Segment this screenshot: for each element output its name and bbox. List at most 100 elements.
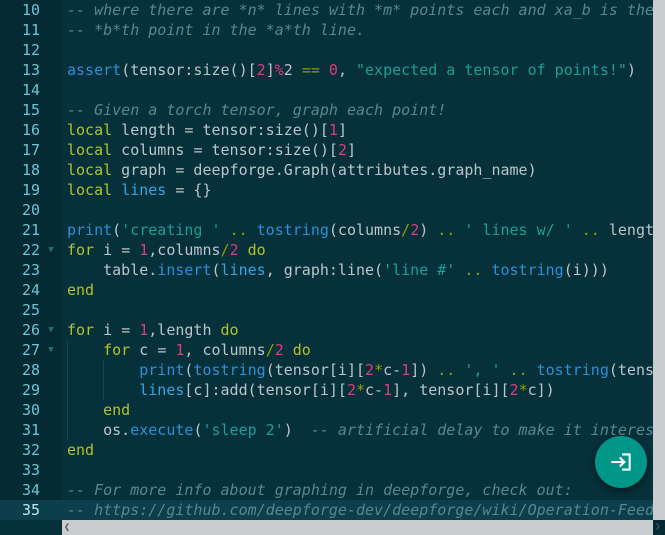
line-number[interactable]: 13 <box>0 60 62 80</box>
line-number[interactable]: 27 ▼ <box>0 340 62 360</box>
code-token: execute <box>130 421 194 439</box>
code-line[interactable] <box>62 200 653 220</box>
line-number[interactable]: 15 <box>0 100 62 120</box>
line-number-label: 27 <box>21 341 40 359</box>
code-line[interactable]: -- Given a torch tensor, graph each poin… <box>62 100 653 120</box>
code-token: print <box>67 221 113 239</box>
code-line[interactable]: local lines = {} <box>62 180 653 200</box>
code-token: .. <box>437 221 456 239</box>
code-line[interactable] <box>62 300 653 320</box>
chevron-down-icon[interactable]: ❯ <box>655 523 660 532</box>
line-number[interactable]: 25 <box>0 300 62 320</box>
indent-guide <box>103 380 104 400</box>
line-number[interactable]: 10 <box>0 0 62 20</box>
code-line[interactable]: local length = tensor:size()[1] <box>62 120 653 140</box>
code-token: 'creating ' <box>121 221 221 239</box>
line-number[interactable]: 11 <box>0 20 62 40</box>
gutter-footer <box>0 520 62 535</box>
line-number[interactable]: 22 ▼ <box>0 240 62 260</box>
code-token: ,columns <box>148 241 221 259</box>
line-number[interactable]: 16 <box>0 120 62 140</box>
code-line[interactable] <box>62 80 653 100</box>
code-token: 'line #' <box>383 261 456 279</box>
horizontal-scrollbar[interactable] <box>62 520 653 535</box>
code-line[interactable]: -- *b*th point in the *a*th line. <box>62 20 653 40</box>
vertical-scrollbar[interactable] <box>653 0 665 520</box>
vertical-scrollbar-thumb[interactable] <box>653 0 665 180</box>
line-number[interactable]: 14 <box>0 80 62 100</box>
code-token: c]) <box>527 381 555 399</box>
line-number[interactable]: 31 <box>0 420 62 440</box>
code-line[interactable]: for c = 1, columns/2 do <box>62 340 653 360</box>
horizontal-scrollbar-thumb[interactable] <box>62 520 362 535</box>
code-token: do <box>247 241 266 259</box>
code-line[interactable]: end <box>62 280 653 300</box>
code-token: 2 <box>274 341 284 359</box>
code-line[interactable]: local columns = tensor:size()[2] <box>62 140 653 160</box>
code-line[interactable]: os.execute('sleep 2') -- artificial dela… <box>62 420 653 440</box>
line-number-label: 18 <box>21 161 40 179</box>
line-number[interactable]: 35 <box>0 500 62 520</box>
line-number[interactable]: 12 <box>0 40 62 60</box>
code-content-area[interactable]: -- where there are *n* lines with *m* po… <box>62 0 653 520</box>
code-token: .. <box>581 221 600 239</box>
line-number[interactable]: 30 <box>0 400 62 420</box>
line-number-gutter: 10 11 12 13 14 15 16 17 18 19 20 21 22 ▼ 23 24 25 26 ▼ 27 ▼ 2… <box>0 0 62 520</box>
line-number-label: 30 <box>21 401 40 419</box>
code-line[interactable]: print('creating ' .. tostring(columns/2)… <box>62 220 653 240</box>
code-token: / <box>265 341 275 359</box>
code-token: .. <box>229 221 248 239</box>
fold-toggle-icon[interactable]: ▼ <box>45 320 57 340</box>
code-token: end <box>103 401 131 419</box>
code-token: i <box>94 321 122 339</box>
code-editor[interactable]: 10 11 12 13 14 15 16 17 18 19 20 21 22 ▼ 23 24 25 26 ▼ 27 ▼ 2… <box>0 0 665 535</box>
line-number[interactable]: 32 <box>0 440 62 460</box>
code-line[interactable] <box>62 40 653 60</box>
fold-toggle-icon[interactable]: ▼ <box>45 240 57 260</box>
line-number[interactable]: 17 <box>0 140 62 160</box>
execute-fab-button[interactable] <box>595 436 647 488</box>
code-line[interactable]: -- For more info about graphing in deepf… <box>62 480 653 500</box>
code-token: tensor:size()[ <box>202 141 338 159</box>
line-number[interactable]: 28 <box>0 360 62 380</box>
code-token: (columns <box>328 221 402 239</box>
line-number[interactable]: 23 <box>0 260 62 280</box>
line-number-label: 13 <box>21 61 40 79</box>
code-line[interactable]: for i = 1,columns/2 do <box>62 240 653 260</box>
line-number[interactable]: 19 <box>0 180 62 200</box>
scrollbar-corner: ❯ <box>653 520 665 535</box>
code-line[interactable]: for i = 1,length do <box>62 320 653 340</box>
line-number[interactable]: 18 <box>0 160 62 180</box>
code-token: do <box>220 321 239 339</box>
code-token: ' lines w/ ' <box>464 221 573 239</box>
code-token: print <box>139 361 185 379</box>
code-token: "expected a tensor of points!" <box>356 61 627 79</box>
code-line[interactable]: end <box>62 440 653 460</box>
code-line[interactable]: assert(tensor:size()[2]%2 == 0, "expecte… <box>62 60 653 80</box>
chevron-left-icon[interactable]: ❮ <box>64 522 70 533</box>
code-line[interactable]: -- https://github.com/deepforge-dev/deep… <box>62 500 653 520</box>
code-line[interactable] <box>62 460 653 480</box>
code-line[interactable]: end <box>62 400 653 420</box>
code-line[interactable]: lines[c]:add(tensor[i][2*c-1], tensor[i]… <box>62 380 653 400</box>
line-number[interactable]: 20 <box>0 200 62 220</box>
code-line[interactable]: -- where there are *n* lines with *m* po… <box>62 0 653 20</box>
fold-toggle-icon[interactable]: ▼ <box>45 340 57 360</box>
code-line[interactable]: print(tostring(tensor[i][2*c-1]) .. ', '… <box>62 360 653 380</box>
code-token: .. <box>437 361 456 379</box>
line-number[interactable]: 34 <box>0 480 62 500</box>
line-number[interactable]: 21 <box>0 220 62 240</box>
code-line[interactable]: local graph = deepforge.Graph(attributes… <box>62 160 653 180</box>
code-token: 2 <box>346 381 356 399</box>
code-token: -- Given a torch tensor, graph each poin… <box>67 101 447 119</box>
line-number[interactable]: 24 <box>0 280 62 300</box>
code-token: 0 <box>328 61 338 79</box>
line-number[interactable]: 26 ▼ <box>0 320 62 340</box>
code-line[interactable]: table.insert(lines, graph:line('line #' … <box>62 260 653 280</box>
line-number-label: 10 <box>21 1 40 19</box>
line-number[interactable]: 33 <box>0 460 62 480</box>
line-number[interactable]: 29 <box>0 380 62 400</box>
